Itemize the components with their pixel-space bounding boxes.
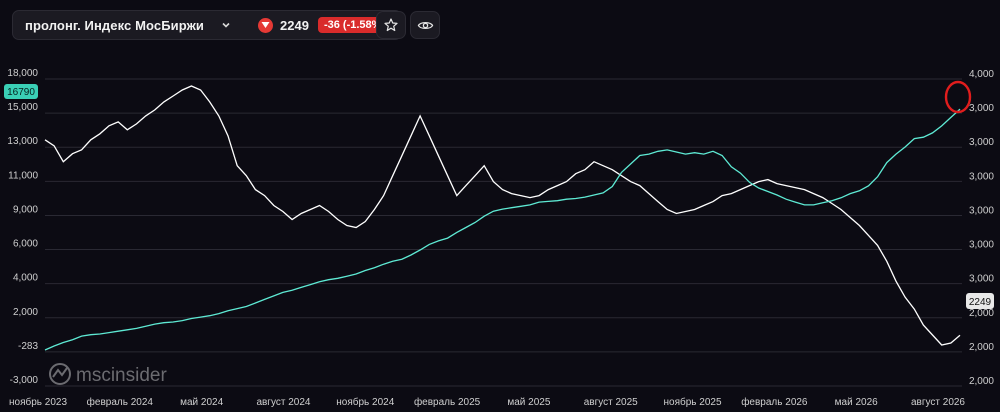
x-tick-label: август 2025 (584, 397, 638, 408)
y-right-tick-label: 2,000 (969, 342, 994, 353)
x-tick-label: август 2026 (911, 397, 965, 408)
y-right-tick-label: 2,000 (969, 376, 994, 387)
y-right-tick-label: 4,000 (969, 69, 994, 80)
right-value-badge: 2249 (966, 293, 994, 309)
y-left-tick-label: 11,000 (8, 170, 38, 181)
header-toolbar: пролонг. Индекс МосБиржи 2249 -36 (-1.58… (12, 10, 403, 40)
y-left-tick-label: -283 (18, 341, 38, 352)
watch-button[interactable] (410, 11, 440, 39)
instrument-selector[interactable]: пролонг. Индекс МосБиржи 2249 -36 (-1.58… (12, 10, 403, 40)
y-right-tick-label: 3,000 (969, 240, 994, 251)
x-tick-label: ноябрь 2024 (336, 396, 394, 408)
x-tick-label: ноябрь 2025 (664, 396, 722, 408)
y-right-tick-label: 3,000 (969, 205, 994, 216)
x-axis: ноябрь 2023 февраль 2024 май 2024 август 20… (9, 396, 965, 408)
y-left-tick-label: 18,000 (7, 68, 38, 79)
eye-icon (417, 21, 433, 29)
x-tick-label: май 2026 (835, 397, 878, 408)
star-icon (384, 18, 398, 32)
x-tick-label: февраль 2025 (414, 396, 481, 408)
watermark-logo-icon (52, 367, 68, 378)
favorite-button[interactable] (376, 11, 406, 39)
y-left-tick-label: 9,000 (13, 204, 38, 215)
x-tick-label: февраль 2024 (87, 396, 154, 408)
watermark-text: mscinsider (76, 365, 167, 386)
chevron-down-icon[interactable] (220, 19, 232, 31)
x-tick-label: май 2024 (180, 397, 223, 408)
left-value-badge-text: 16790 (7, 87, 35, 98)
x-tick-label: ноябрь 2023 (9, 396, 67, 408)
x-tick-label: май 2025 (507, 397, 550, 408)
watermark: mscinsider (49, 363, 167, 386)
highlight-circle (944, 80, 972, 114)
right-value-badge-text: 2249 (969, 297, 992, 308)
y-left-tick-label: 13,000 (7, 136, 38, 147)
price-value: 2249 (280, 17, 309, 33)
y-left-tick-label: -3,000 (10, 375, 39, 386)
x-tick-label: август 2024 (256, 397, 310, 408)
chart-canvas: 18,000 15,000 13,000 11,000 9,000 6,000 4,000 2… (4, 68, 994, 408)
y-right-tick-label: 3,000 (969, 171, 994, 182)
y-right-tick-label: 3,000 (969, 274, 994, 285)
y-left-tick-label: 15,000 (7, 102, 38, 113)
y-right-tick-label: 3,000 (969, 137, 994, 148)
gridlines (45, 78, 962, 387)
y-axis-left: 18,000 15,000 13,000 11,000 9,000 6,000 4,000 2… (7, 68, 38, 386)
y-right-tick-label: 3,000 (969, 103, 994, 114)
down-triangle-icon (258, 17, 274, 33)
series-teal-line (44, 108, 961, 351)
y-axis-right: 4,000 3,000 3,000 3,000 3,000 3,000 3,000 2,000… (969, 69, 994, 387)
x-tick-label: февраль 2026 (741, 396, 808, 408)
y-right-tick-label: 2,000 (969, 308, 994, 319)
instrument-name: пролонг. Индекс МосБиржи (25, 17, 205, 33)
y-left-tick-label: 6,000 (13, 239, 38, 250)
y-left-tick-label: 4,000 (13, 273, 38, 284)
y-left-tick-label: 2,000 (13, 307, 38, 318)
left-value-badge: 16790 (4, 84, 38, 99)
